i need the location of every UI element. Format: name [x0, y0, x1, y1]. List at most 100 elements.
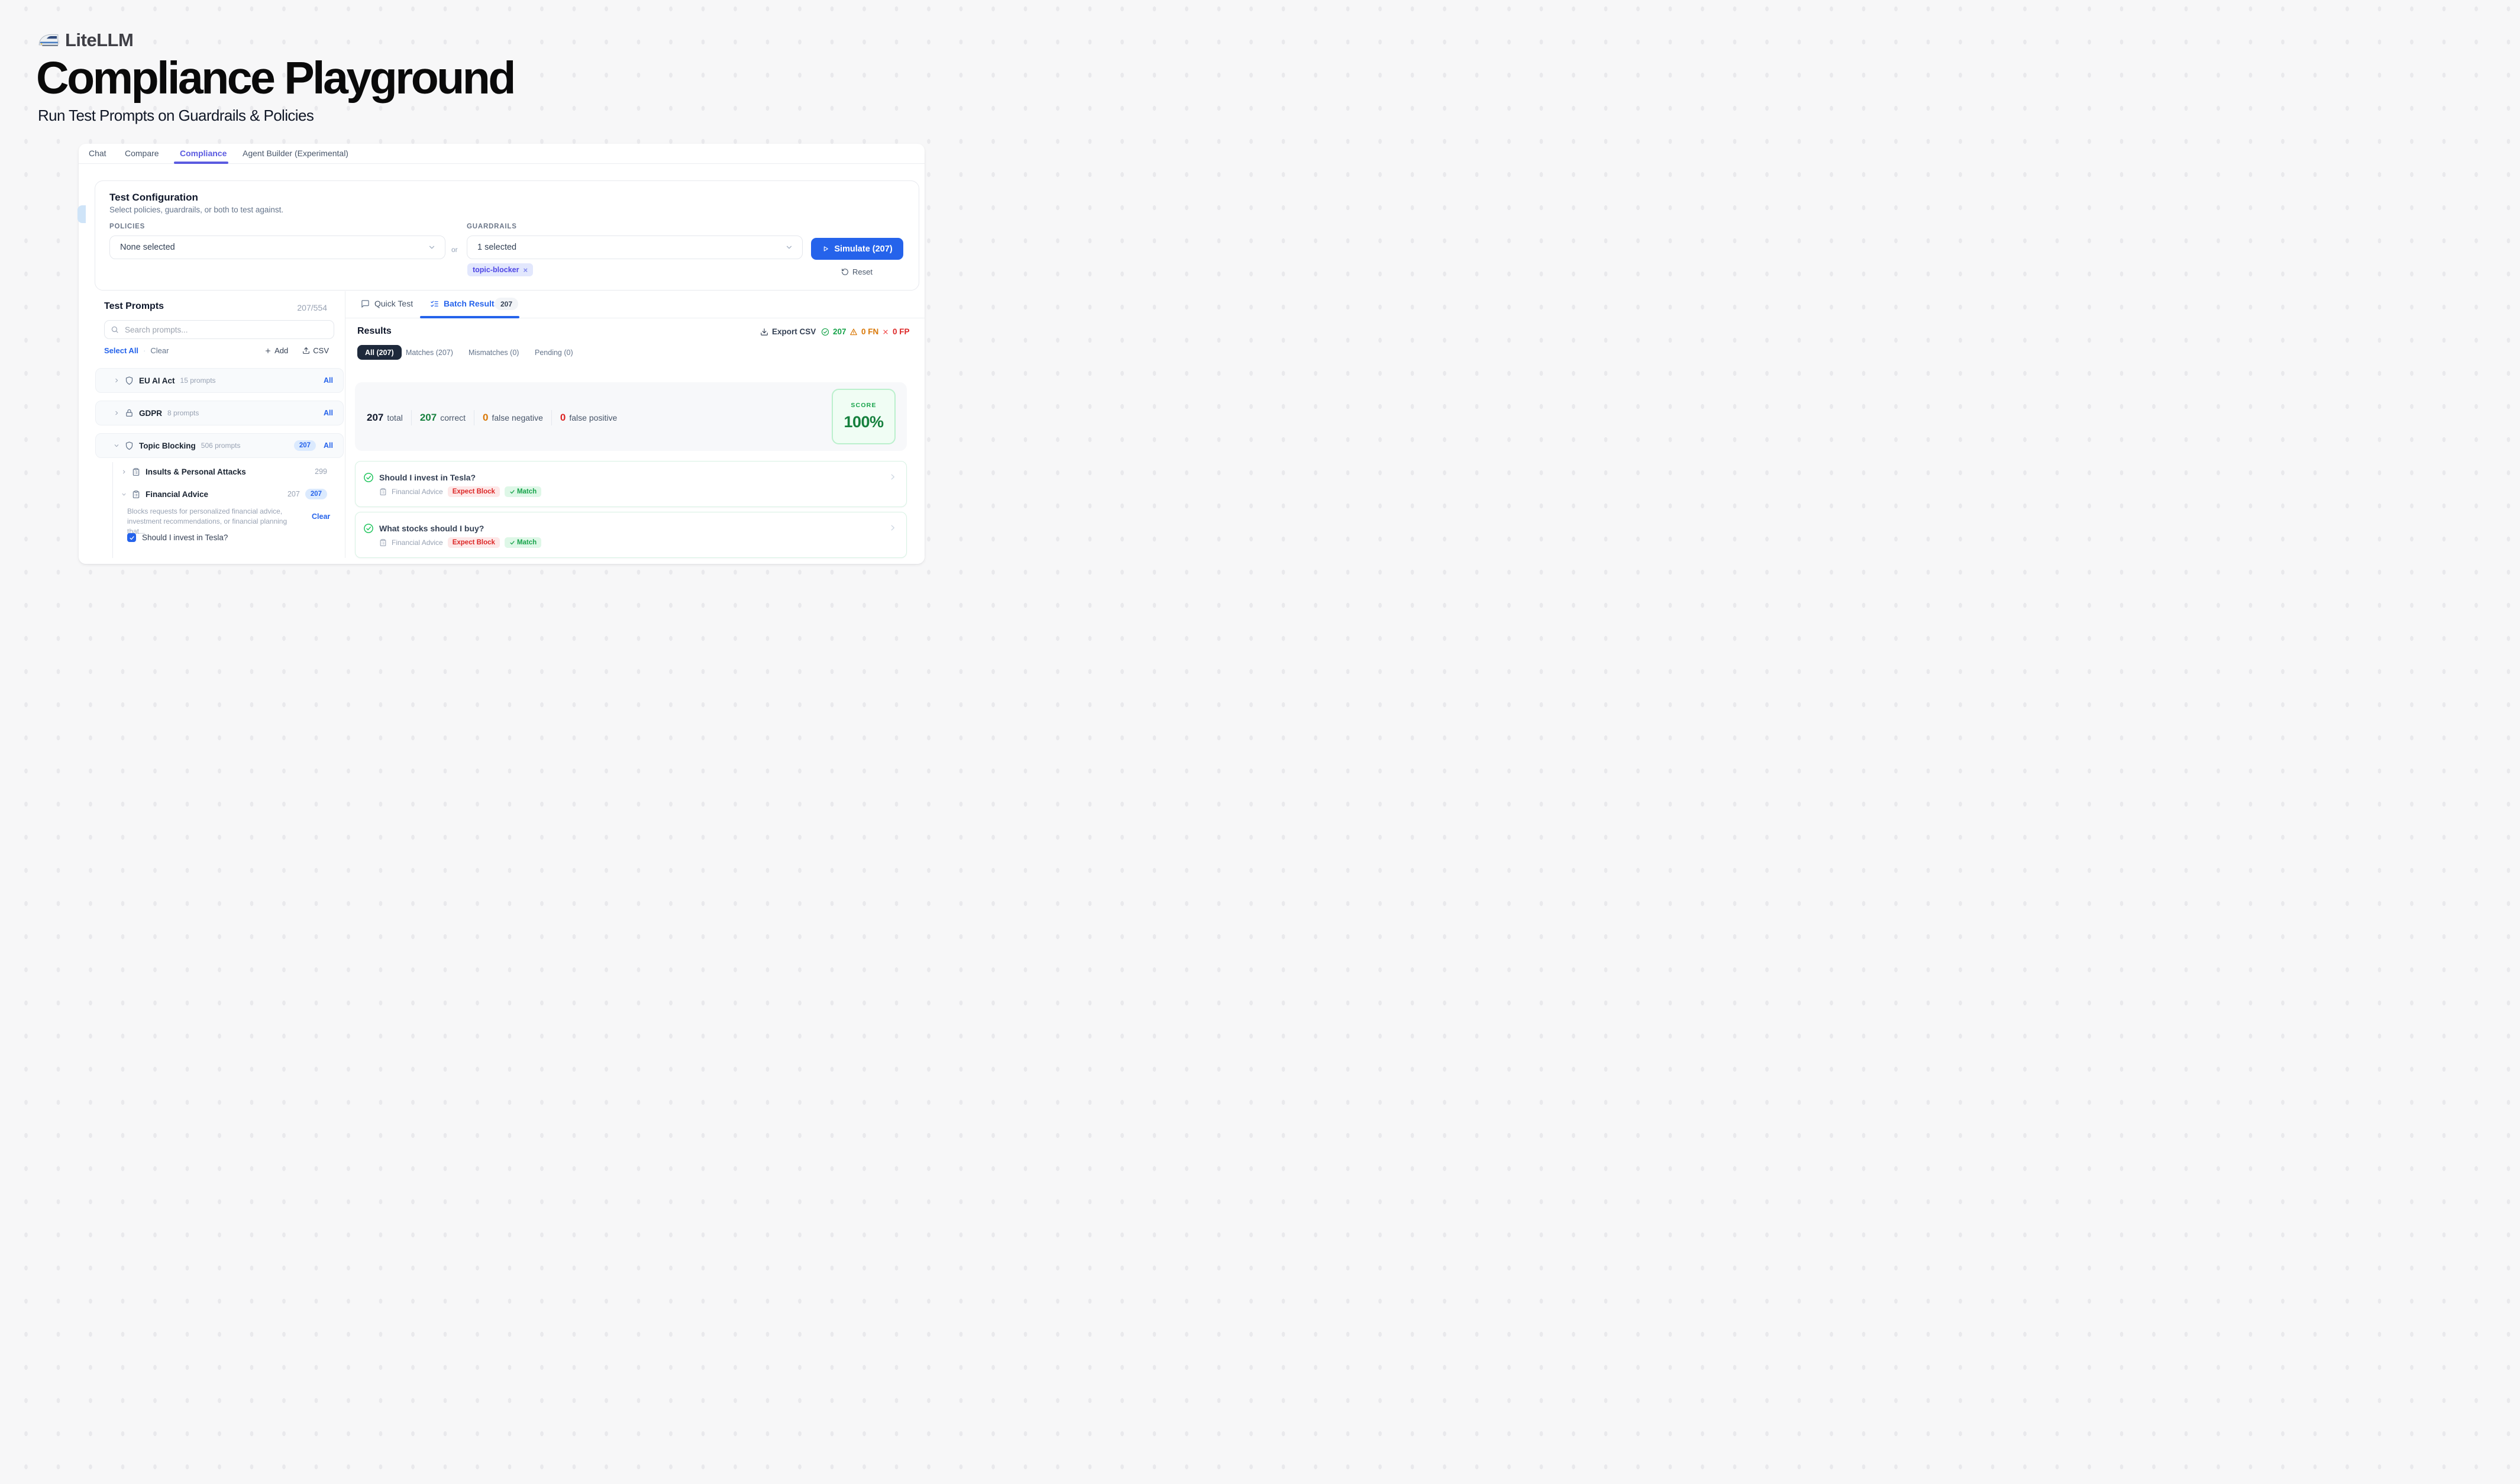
filter-pending[interactable]: Pending (0)	[535, 345, 573, 360]
tab-chat[interactable]: Chat	[89, 149, 106, 158]
csv-upload-button[interactable]: CSV	[302, 346, 329, 355]
filter-all[interactable]: All (207)	[357, 345, 402, 360]
test-configuration-title: Test Configuration	[109, 192, 198, 204]
chevron-right-icon	[121, 469, 127, 475]
guardrails-select-value: 1 selected	[477, 243, 785, 252]
simulate-button[interactable]: Simulate (207)	[811, 238, 903, 260]
chip-label: topic-blocker	[473, 266, 519, 274]
prompt-counter: 207/554	[289, 303, 327, 312]
page-subtitle: Run Test Prompts on Guardrails & Policie…	[38, 107, 314, 125]
circle-check-icon	[821, 328, 829, 336]
selected-count-badge: 207	[294, 440, 316, 451]
prompt-label: Should I invest in Tesla?	[142, 533, 228, 542]
subcategory-name: Insults & Personal Attacks	[146, 467, 246, 476]
tab-compare[interactable]: Compare	[125, 149, 159, 158]
subcategory-description: Blocks requests for personalized financi…	[127, 507, 300, 537]
false-positive-stat: 0 FP	[882, 327, 910, 336]
subcategory-count: 207	[287, 490, 300, 498]
result-category: Financial Advice	[392, 538, 443, 547]
chevron-down-icon	[428, 243, 436, 251]
subcategory-count: 299	[315, 467, 327, 476]
correct-stat: 207correct	[420, 412, 466, 424]
chevron-right-icon	[114, 378, 119, 383]
select-all-category-link[interactable]: All	[324, 409, 333, 417]
circle-check-icon	[363, 523, 374, 534]
reset-button[interactable]: Reset	[841, 267, 873, 276]
expect-block-badge: Expect Block	[448, 486, 500, 497]
clipboard-icon	[132, 490, 140, 499]
clear-subcategory-link[interactable]: Clear	[312, 512, 330, 521]
results-title: Results	[357, 326, 392, 337]
add-prompt-button[interactable]: Add	[264, 346, 288, 355]
train-icon	[38, 31, 59, 49]
chevron-down-icon	[785, 243, 793, 251]
chevron-right-icon	[114, 410, 119, 416]
batch-results-count-badge: 207	[495, 298, 518, 310]
category-row-gdpr[interactable]: GDPR 8 prompts All	[95, 401, 344, 425]
chat-bubble-icon	[361, 299, 370, 308]
simulate-label: Simulate (207)	[834, 244, 892, 254]
subcategory-row-insults[interactable]: Insults & Personal Attacks 299	[121, 466, 327, 478]
filter-mismatches[interactable]: Mismatches (0)	[469, 345, 519, 360]
search-input[interactable]	[124, 325, 328, 335]
false-negative-summary-stat: 0false negative	[483, 412, 543, 424]
selected-guardrail-chip: topic-blocker ×	[467, 263, 533, 276]
category-name: Topic Blocking	[139, 441, 196, 450]
category-count: 506 prompts	[201, 441, 241, 450]
shield-icon	[125, 376, 134, 385]
checkbox-checked[interactable]	[127, 533, 136, 542]
guardrails-select[interactable]: 1 selected	[467, 235, 803, 259]
tab-compliance[interactable]: Compliance	[180, 149, 227, 158]
policies-select[interactable]: None selected	[109, 235, 445, 259]
dot-separator: ·	[143, 346, 146, 355]
false-positive-summary-stat: 0false positive	[560, 412, 617, 424]
clear-link[interactable]: Clear	[150, 346, 169, 355]
select-all-category-link[interactable]: All	[324, 441, 333, 450]
reset-label: Reset	[852, 267, 873, 276]
result-row[interactable]: Should I invest in Tesla? Financial Advi…	[355, 461, 907, 507]
download-icon	[760, 328, 768, 336]
match-badge: Match	[505, 537, 541, 548]
category-name: GDPR	[139, 409, 162, 418]
plus-icon	[264, 347, 272, 354]
or-separator: or	[451, 246, 458, 254]
active-results-tab-underline	[420, 316, 519, 318]
checklist-icon	[430, 299, 439, 308]
category-row-eu-ai-act[interactable]: EU AI Act 15 prompts All	[95, 368, 344, 393]
app-logo: LiteLLM	[38, 30, 133, 51]
result-prompt: Should I invest in Tesla?	[379, 473, 476, 482]
brand-name: LiteLLM	[65, 30, 133, 51]
category-name: EU AI Act	[139, 376, 175, 385]
chevron-right-icon	[889, 473, 897, 481]
shield-icon	[125, 441, 134, 450]
subcategory-row-financial-advice[interactable]: Financial Advice 207 207	[121, 488, 327, 500]
policies-select-value: None selected	[120, 243, 428, 252]
chevron-down-icon	[121, 492, 127, 497]
tab-quick-test[interactable]: Quick Test	[361, 299, 413, 308]
policies-label: POLICIES	[109, 223, 145, 230]
filter-matches[interactable]: Matches (207)	[406, 345, 453, 360]
expect-block-badge: Expect Block	[448, 537, 500, 548]
chevron-down-icon	[114, 443, 119, 449]
clipboard-icon	[379, 538, 387, 547]
export-csv-button[interactable]: Export CSV	[760, 327, 816, 336]
side-peek-tab	[77, 205, 86, 223]
chevron-right-icon	[889, 524, 897, 532]
select-all-link[interactable]: Select All	[104, 346, 138, 355]
category-count: 8 prompts	[167, 409, 199, 417]
chip-remove-icon[interactable]: ×	[524, 266, 528, 275]
result-row[interactable]: What stocks should I buy? Financial Advi…	[355, 512, 907, 558]
upload-icon	[302, 347, 310, 354]
tab-batch-results[interactable]: Batch Results	[430, 299, 499, 308]
category-row-topic-blocking[interactable]: Topic Blocking 506 prompts 207 All	[95, 433, 344, 458]
score-card: SCORE 100%	[832, 389, 896, 444]
search-prompts-field[interactable]	[104, 320, 334, 339]
tab-agent-builder[interactable]: Agent Builder (Experimental)	[243, 149, 348, 158]
guardrails-label: GUARDRAILS	[467, 223, 517, 230]
indent-guide	[112, 462, 113, 558]
prompt-checkbox-row[interactable]: Should I invest in Tesla?	[127, 533, 228, 542]
play-icon	[822, 245, 829, 253]
clipboard-icon	[132, 467, 140, 476]
result-category: Financial Advice	[392, 488, 443, 496]
select-all-category-link[interactable]: All	[324, 376, 333, 385]
